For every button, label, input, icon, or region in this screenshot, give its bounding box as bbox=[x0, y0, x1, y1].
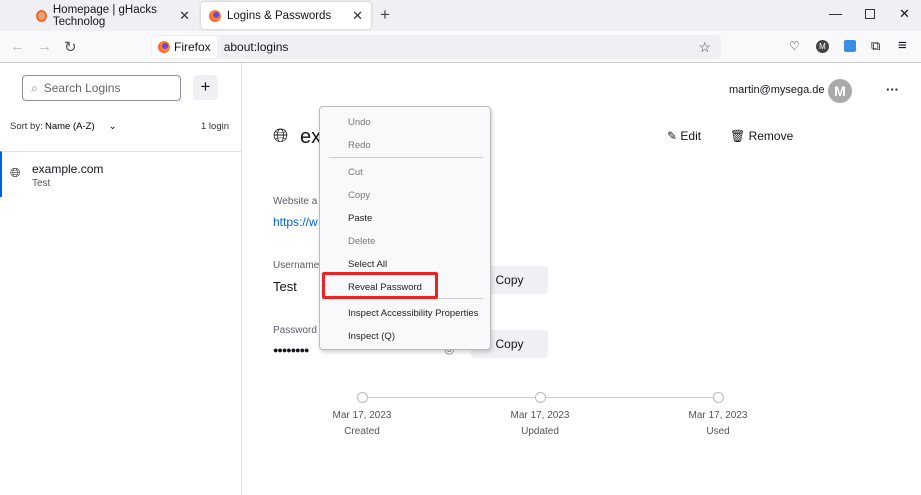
globe-icon: 🌐︎ bbox=[273, 126, 289, 147]
date: Mar 17, 2023 bbox=[510, 410, 570, 421]
login-title: example.com bbox=[32, 162, 104, 176]
globe-icon: 🌐︎ bbox=[10, 165, 21, 180]
login-title: ex bbox=[300, 126, 322, 148]
date: Mar 17, 2023 bbox=[688, 410, 748, 421]
url-text: about:logins bbox=[223, 40, 289, 54]
website-label: Website a bbox=[273, 196, 318, 207]
timeline-used: Mar 17, 2023 Used bbox=[668, 410, 768, 437]
firefox-icon bbox=[158, 41, 170, 53]
extensions-icon[interactable]: ⧉ bbox=[871, 38, 880, 54]
identity-label: Firefox bbox=[174, 40, 211, 54]
website-link[interactable]: https://w bbox=[273, 215, 318, 229]
menu-item-inspect[interactable]: Inspect (Q) bbox=[348, 331, 395, 342]
menu-item-inspect-accessibility[interactable]: Inspect Accessibility Properties bbox=[348, 308, 478, 319]
forward-button[interactable]: → bbox=[37, 38, 52, 55]
chevron-down-icon: ⌄ bbox=[108, 121, 117, 132]
extension-m-icon[interactable]: M bbox=[816, 40, 829, 53]
login-count: 1 login bbox=[201, 121, 229, 132]
tab-title: Homepage | gHacks Technolog bbox=[52, 3, 157, 28]
edit-label: Edit bbox=[680, 129, 702, 143]
account-email[interactable]: martin@mysega.de bbox=[729, 84, 825, 96]
label: Used bbox=[706, 426, 730, 437]
username-value: Test bbox=[273, 279, 297, 294]
tab-title: Logins & Passwords bbox=[227, 9, 332, 22]
sort-label: Sort by: bbox=[10, 121, 43, 132]
reload-button[interactable]: ↻ bbox=[64, 38, 77, 56]
add-login-button[interactable]: + bbox=[193, 75, 218, 100]
more-options-icon[interactable]: ··· bbox=[886, 82, 899, 97]
timeline-updated: Mar 17, 2023 Updated bbox=[490, 410, 590, 437]
menu-item-copy[interactable]: Copy bbox=[348, 190, 370, 201]
menu-separator bbox=[329, 157, 483, 158]
pocket-icon[interactable]: ♡ bbox=[789, 39, 800, 53]
highlight-box bbox=[322, 272, 438, 299]
menu-item-paste[interactable]: Paste bbox=[348, 213, 372, 224]
back-button[interactable]: ← bbox=[10, 38, 25, 55]
menu-item-redo[interactable]: Redo bbox=[348, 140, 371, 151]
timeline-dot bbox=[713, 392, 724, 403]
label: Updated bbox=[521, 426, 559, 437]
minimize-button[interactable]: — bbox=[829, 6, 842, 21]
identity-chip[interactable]: Firefox bbox=[152, 36, 217, 58]
login-username: Test bbox=[32, 178, 51, 189]
sort-value: Name (A-Z) bbox=[45, 121, 95, 132]
sort-select[interactable]: Name (A-Z) ⌄ bbox=[45, 121, 117, 132]
timeline-dot bbox=[357, 392, 368, 403]
timeline-dot bbox=[535, 392, 546, 403]
trash-icon: 🗑︎ bbox=[730, 129, 746, 143]
close-tab-icon[interactable]: ✕ bbox=[352, 8, 363, 24]
tab-bar: Homepage | gHacks Technolog ✕ Logins & Pa… bbox=[0, 0, 921, 31]
label: Created bbox=[344, 426, 380, 437]
password-label: Password bbox=[273, 325, 317, 336]
avatar[interactable]: M bbox=[828, 79, 852, 103]
menu-item-delete[interactable]: Delete bbox=[348, 236, 375, 247]
remove-label: Remove bbox=[748, 129, 794, 143]
login-list-item[interactable]: 🌐︎ example.com Test bbox=[0, 151, 241, 197]
pencil-icon: ✎ bbox=[667, 129, 678, 143]
translate-extension-icon[interactable] bbox=[844, 40, 856, 52]
tab-logins[interactable]: Logins & Passwords ✕ bbox=[201, 2, 371, 29]
menu-icon[interactable]: ≡ bbox=[898, 37, 907, 54]
password-value: ●●●●●●●● bbox=[273, 345, 309, 355]
menu-item-undo[interactable]: Undo bbox=[348, 117, 371, 128]
ghacks-icon bbox=[36, 9, 47, 22]
edit-button[interactable]: ✎ Edit bbox=[667, 129, 701, 143]
firefox-icon bbox=[209, 9, 221, 22]
close-window-button[interactable]: ✕ bbox=[899, 6, 910, 22]
date: Mar 17, 2023 bbox=[332, 410, 392, 421]
context-menu: Undo Redo Cut Copy Paste Delete Select A… bbox=[319, 106, 491, 350]
maximize-button[interactable] bbox=[865, 9, 875, 19]
close-tab-icon[interactable]: ✕ bbox=[179, 8, 190, 24]
bookmark-star-icon[interactable]: ☆ bbox=[698, 39, 711, 56]
url-bar[interactable]: Firefox about:logins ☆ bbox=[151, 35, 721, 59]
timeline-created: Mar 17, 2023 Created bbox=[312, 410, 412, 437]
menu-item-select-all[interactable]: Select All bbox=[348, 259, 387, 270]
menu-item-cut[interactable]: Cut bbox=[348, 167, 363, 178]
username-label: Username bbox=[273, 260, 320, 271]
tab-ghacks[interactable]: Homepage | gHacks Technolog ✕ bbox=[28, 2, 198, 29]
search-icon: ⌕ bbox=[31, 80, 38, 95]
new-tab-button[interactable]: + bbox=[380, 5, 390, 25]
search-input[interactable]: ⌕ Search Logins bbox=[22, 75, 181, 101]
remove-button[interactable]: 🗑︎ Remove bbox=[730, 129, 793, 143]
search-placeholder: Search Logins bbox=[43, 81, 121, 95]
